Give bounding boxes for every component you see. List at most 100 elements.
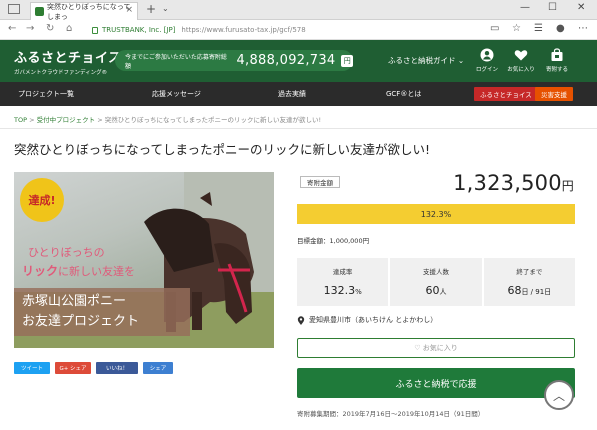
user-icon xyxy=(480,48,494,62)
chevron-up-icon: ︿ xyxy=(552,388,565,403)
breadcrumb-sep: > xyxy=(97,116,103,124)
achieved-badge: 達成! xyxy=(20,178,64,222)
forward-icon[interactable]: → xyxy=(26,23,34,34)
login-label: ログイン xyxy=(475,67,498,73)
total-value: 4,888,092,734 xyxy=(236,53,336,68)
map-pin-icon xyxy=(297,315,305,325)
global-nav: プロジェクト一覧 応援メッセージ 過去実績 GCF®とは ふるさとチョイス 災害… xyxy=(0,82,597,106)
nav-about-gcf[interactable]: GCF®とは xyxy=(386,89,421,99)
hero-title-line2: お友達プロジェクト xyxy=(22,314,140,329)
gplus-share-button[interactable]: G+ シェア xyxy=(55,362,91,374)
scroll-top-button[interactable]: ︿ xyxy=(544,380,574,410)
hero-subtitle-rest: に新しい友達を xyxy=(58,265,136,278)
minimize-icon[interactable]: — xyxy=(520,2,530,13)
disaster-support-button[interactable]: 災害支援 xyxy=(535,87,573,101)
window-close-icon[interactable]: ✕ xyxy=(577,2,585,13)
browser-tab-bar: 突然ひとりぼっちになってしまっ × + ⌄ — ☐ ✕ xyxy=(0,0,597,21)
guide-menu[interactable]: ふるさと納税ガイド ⌄ xyxy=(388,55,464,66)
stat-supporters: 支援人数 60人 xyxy=(390,258,482,306)
favorites-label: お気に入り xyxy=(507,67,535,73)
location-text[interactable]: 愛知県豊川市（あいちけん とよかわし） xyxy=(309,315,437,325)
breadcrumb-sep: > xyxy=(29,116,35,124)
reload-icon[interactable]: ↻ xyxy=(46,23,54,34)
stat-achievement-rate: 達成率 132.3% xyxy=(297,258,389,306)
add-favorite-button[interactable]: ♡ お気に入り xyxy=(297,338,575,358)
browser-address-bar: ← → ↻ ⌂ TRUSTBANK, Inc. [JP] https://www… xyxy=(0,20,597,40)
reading-view-icon[interactable]: ▭ xyxy=(490,23,499,34)
login-button[interactable]: ログイン xyxy=(470,48,504,73)
donation-amount-unit: 円 xyxy=(561,179,574,193)
donation-amount: 1,323,500円 xyxy=(453,171,574,195)
divider xyxy=(0,128,597,129)
tab-menu-icon[interactable]: ⌄ xyxy=(162,4,169,13)
extension-icon[interactable]: ● xyxy=(556,23,565,34)
facebook-like-button[interactable]: いいね！ xyxy=(96,362,138,374)
total-label: 今までにご参加いただいた応募寄附総額 xyxy=(125,53,227,70)
stat-number: 132.3 xyxy=(323,284,356,297)
favorite-star-icon[interactable]: ☆ xyxy=(512,23,521,34)
breadcrumb: TOP > 受付中プロジェクト > 突然ひとりぼっちになってしまったポニーのリッ… xyxy=(14,114,321,124)
facebook-share-button[interactable]: シェア xyxy=(143,362,173,374)
stat-number: 68 xyxy=(507,284,522,297)
location: 愛知県豊川市（あいちけん とよかわし） xyxy=(297,315,437,325)
more-menu-icon[interactable]: ⋯ xyxy=(578,23,588,34)
breadcrumb-top[interactable]: TOP xyxy=(14,116,27,124)
apply-donation-button[interactable]: ふるさと納税で応援 xyxy=(297,368,575,398)
hero-title-line1: 赤塚山公園ポニー xyxy=(22,294,127,309)
hero-subtitle-1: ひとりぼっちの xyxy=(28,246,105,259)
logo-main: ふるさとチョイス xyxy=(14,51,122,66)
donation-amount-value: 1,323,500 xyxy=(453,171,562,195)
hero-subtitle-strong: リック xyxy=(22,264,59,278)
browser-tab-active[interactable]: 突然ひとりぼっちになってしまっ × xyxy=(30,2,138,21)
progress-bar: 132.3% xyxy=(297,204,575,224)
stat-key: 達成率 xyxy=(332,268,353,276)
stat-unit: 人 xyxy=(439,288,447,296)
stat-unit: % xyxy=(355,288,362,296)
favicon-icon xyxy=(35,7,44,16)
nav-messages[interactable]: 応援メッセージ xyxy=(152,89,201,99)
lock-icon xyxy=(92,26,98,34)
donate-record-label: 寄附する xyxy=(545,67,568,73)
logo-sub: ガバメントクラウドファンディング® xyxy=(14,70,108,76)
home-icon[interactable]: ⌂ xyxy=(66,23,72,34)
page-title: 突然ひとりぼっちになってしまったポニーのリックに新しい友達が欲しい! xyxy=(14,142,431,157)
donation-amount-label: 寄附金額 xyxy=(300,176,340,188)
hub-icon[interactable]: ☰ xyxy=(534,23,543,34)
heart-icon xyxy=(514,50,528,61)
tab-close-icon[interactable]: × xyxy=(125,5,133,15)
stat-value: 132.3% xyxy=(297,284,388,297)
nav-project-list[interactable]: プロジェクト一覧 xyxy=(18,89,74,99)
stat-key: 支援人数 xyxy=(422,268,449,276)
new-tab-icon[interactable]: + xyxy=(146,2,156,16)
hero-subtitle-2: リックに新しい友達を xyxy=(22,262,135,279)
tab-list-icon[interactable] xyxy=(8,4,20,14)
favorites-button[interactable]: お気に入り xyxy=(504,48,538,73)
project-hero-image: 達成! ひとりぼっちの リックに新しい友達を 赤塚山公園ポニー お友達プロジェク… xyxy=(14,172,274,348)
maximize-icon[interactable]: ☐ xyxy=(548,2,557,13)
back-icon[interactable]: ← xyxy=(8,23,16,34)
stat-key: 終了まで xyxy=(516,268,543,276)
site-header: ふるさとチョイス ガバメントクラウドファンディング® 今までにご参加いただいた応… xyxy=(0,40,597,82)
stat-value: 68日 / 91日 xyxy=(484,284,575,297)
site-identity: TRUSTBANK, Inc. [JP] xyxy=(102,26,176,34)
breadcrumb-current: 突然ひとりぼっちになってしまったポニーのリックに新しい友達が欲しい! xyxy=(104,116,322,124)
hero-title-box: 赤塚山公園ポニー お友達プロジェクト xyxy=(14,288,190,336)
furusato-choice-button[interactable]: ふるさとチョイス xyxy=(474,87,538,101)
total-unit: 円 xyxy=(341,54,353,67)
site-logo[interactable]: ふるさとチョイス ガバメントクラウドファンディング® xyxy=(14,47,122,76)
donation-period: 寄附募集期間：2019年7月16日～2019年10月14日（91日間） xyxy=(297,410,485,418)
url-text: https://www.furusato-tax.jp/gcf/578 xyxy=(181,26,306,34)
nav-past-results[interactable]: 過去実績 xyxy=(278,89,306,99)
donate-record-button[interactable]: 寄附する xyxy=(540,48,574,73)
stat-days-left: 終了まで 68日 / 91日 xyxy=(483,258,575,306)
tweet-button[interactable]: ツイート xyxy=(14,362,50,374)
target-amount: 目標金額：1,000,000円 xyxy=(297,237,370,245)
breadcrumb-category[interactable]: 受付中プロジェクト xyxy=(37,116,96,124)
bag-icon xyxy=(551,48,563,61)
stat-number: 60 xyxy=(425,284,440,297)
stat-value: 60人 xyxy=(390,284,481,297)
tab-title: 突然ひとりぼっちになってしまっ xyxy=(47,2,131,21)
total-donations-pill: 今までにご参加いただいた応募寄附総額 4,888,092,734 円 xyxy=(115,50,353,71)
progress-text: 132.3% xyxy=(420,209,452,219)
url-field[interactable]: TRUSTBANK, Inc. [JP] https://www.furusat… xyxy=(92,23,492,37)
